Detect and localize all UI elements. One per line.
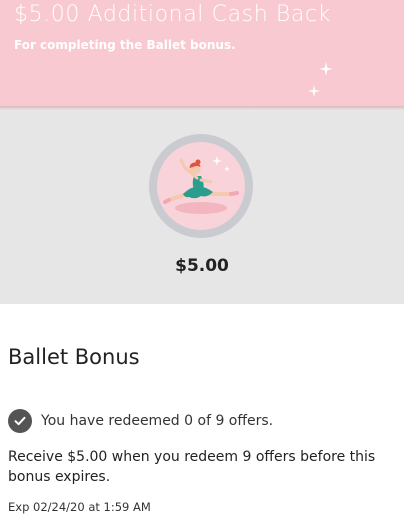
bonus-title: Ballet Bonus (8, 345, 140, 369)
sparkle-icon (319, 62, 333, 76)
sparkle-icon (308, 85, 320, 97)
redeem-progress: You have redeemed 0 of 9 offers. (8, 408, 273, 434)
ballerina-icon (157, 142, 245, 230)
bonus-badge (149, 134, 253, 238)
bonus-hero: $5.00 (0, 110, 404, 304)
progress-text: You have redeemed 0 of 9 offers. (41, 413, 274, 429)
bonus-description: Receive $5.00 when you redeem 9 offers b… (8, 449, 376, 485)
expiry-date: Exp 02/24/20 at 1:59 AM (8, 500, 151, 514)
bonus-banner: $5.00 Additional Cash Back For completin… (0, 0, 404, 106)
banner-title: $5.00 Additional Cash Back (14, 2, 331, 27)
checkmark-circle-icon (8, 409, 32, 433)
bonus-amount: $5.00 (175, 256, 229, 276)
banner-subtitle: For completing the Ballet bonus. (14, 38, 236, 52)
